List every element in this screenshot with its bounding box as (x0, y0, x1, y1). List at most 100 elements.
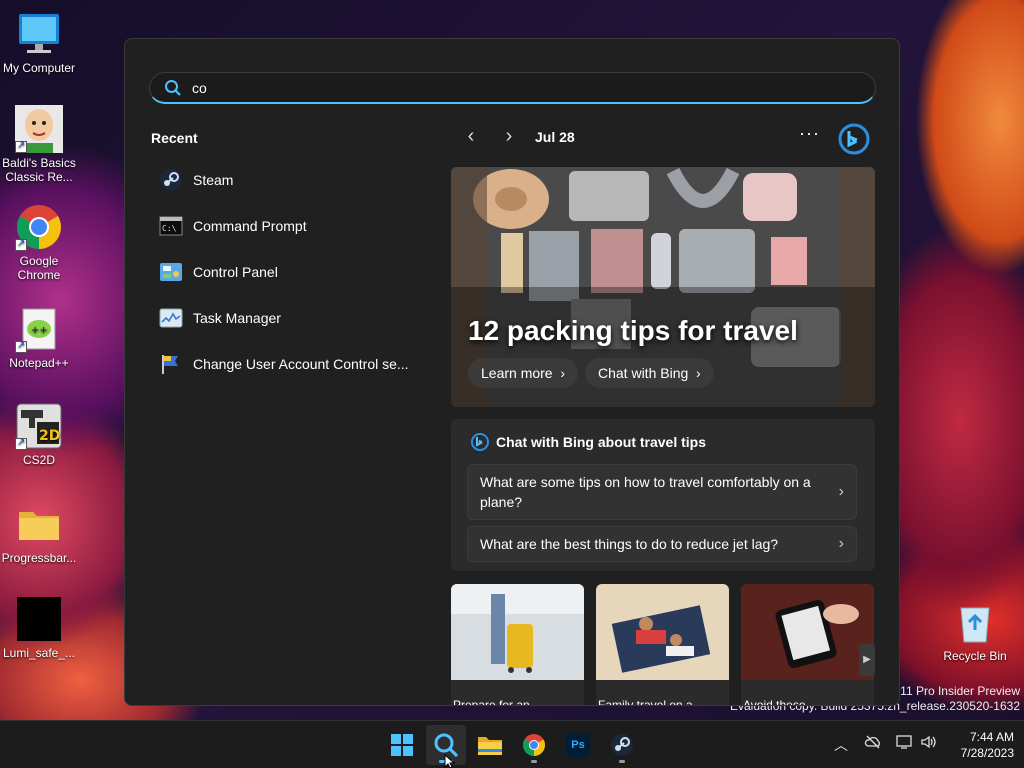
chevron-right-icon: › (838, 483, 844, 500)
recent-item-label: Command Prompt (193, 218, 307, 234)
bing-icon (471, 433, 489, 451)
shortcut-arrow-icon (15, 339, 27, 353)
recent-item-label: Change User Account Control se... (193, 356, 409, 372)
desktop-icon-label: CS2D (22, 453, 55, 467)
recycle-bin-icon (951, 598, 999, 646)
start-icon (391, 734, 413, 756)
thumbnail-card-1[interactable]: Prepare for an (451, 584, 584, 706)
start-button[interactable] (382, 725, 422, 765)
phone-photo (741, 584, 874, 680)
search-icon (165, 80, 181, 96)
airport-photo (451, 584, 584, 680)
thumbnails-next-icon[interactable]: ▶ (859, 644, 875, 676)
chrome-icon (15, 203, 63, 251)
taskbar-photoshop[interactable]: Ps (558, 725, 598, 765)
learn-more-button[interactable]: Learn more › (468, 358, 579, 388)
thumbnail-card-2[interactable]: Family travel on a (596, 584, 729, 706)
desktop-icon-label: Lumi_safe_... (2, 646, 76, 660)
recent-item-label: Steam (193, 172, 234, 188)
baldi-icon (15, 105, 63, 153)
taskbar: Ps ︿ 7:44 AM 7/28/2023 (0, 720, 1024, 768)
recent-item-command-prompt[interactable]: C:\ Command Prompt (151, 203, 421, 249)
monitor-icon (15, 10, 63, 58)
previous-arrow-icon[interactable]: ‹ (459, 125, 483, 149)
desktop-icon-my-computer[interactable]: My Computer (0, 10, 78, 75)
hero-card[interactable]: 12 packing tips for travel Learn more › … (451, 167, 875, 407)
thumbnail-caption: Family travel on a (598, 698, 693, 706)
desktop-icon-recycle-bin[interactable]: Recycle Bin (936, 598, 1014, 663)
chat-question-2[interactable]: What are the best things to do to reduce… (467, 526, 857, 562)
bing-chat-card: Chat with Bing about travel tips What ar… (451, 419, 875, 571)
hero-title: 12 packing tips for travel (468, 315, 798, 346)
next-arrow-icon[interactable]: › (497, 125, 521, 149)
clock-time: 7:44 AM (969, 730, 1014, 744)
thumbnail-card-3[interactable]: Avoid these (741, 584, 874, 706)
chat-with-bing-button[interactable]: Chat with Bing › (585, 358, 714, 388)
shortcut-arrow-icon (15, 436, 27, 450)
svg-text:++: ++ (31, 325, 48, 336)
desktop-icon-label: Baldi's Basics Classic Re... (2, 156, 76, 184)
cloud-offline-icon[interactable] (864, 734, 882, 753)
control-panel-icon (159, 260, 183, 284)
running-indicator (619, 760, 625, 763)
taskbar-steam[interactable] (602, 725, 642, 765)
chat-question-text: What are some tips on how to travel comf… (480, 474, 811, 510)
thumbnail-caption: Prepare for an (453, 698, 530, 706)
photoshop-icon: Ps (566, 733, 590, 757)
volume-icon[interactable] (920, 734, 938, 753)
show-hidden-icons-chevron-icon[interactable]: ︿ (834, 735, 848, 755)
chevron-right-icon: › (692, 365, 701, 381)
search-box[interactable] (149, 72, 876, 104)
desktop-icon-lumi-safe[interactable]: Lumi_safe_... (0, 595, 78, 660)
network-icon[interactable] (896, 734, 914, 753)
desktop-icon-notepadpp[interactable]: ++ Notepad++ (0, 305, 78, 370)
chat-card-header: Chat with Bing about travel tips (471, 433, 706, 451)
command-prompt-icon: C:\ (159, 214, 183, 238)
desktop-icon-label: Google Chrome (17, 254, 61, 282)
desktop-icon-label: My Computer (2, 61, 76, 75)
running-indicator (531, 760, 537, 763)
beach-family-photo (596, 584, 729, 680)
recent-item-label: Control Panel (193, 264, 278, 280)
feed-date: Jul 28 (535, 129, 575, 145)
chat-question-text: What are the best things to do to reduce… (480, 536, 779, 552)
shortcut-arrow-icon (15, 139, 27, 153)
svg-text:C:\: C:\ (162, 224, 177, 233)
chrome-icon (523, 734, 545, 756)
cs2d-icon: 2D (15, 402, 63, 450)
uac-flag-icon (159, 352, 183, 376)
file-explorer-icon (478, 737, 502, 755)
search-input[interactable] (192, 77, 852, 99)
taskbar-file-explorer[interactable] (470, 725, 510, 765)
recent-list: Steam C:\ Command Prompt Control Panel T… (151, 157, 421, 387)
chevron-right-icon: › (838, 535, 844, 552)
desktop-icon-baldis-basics[interactable]: Baldi's Basics Classic Re... (0, 105, 78, 184)
chat-with-bing-label: Chat with Bing (598, 365, 689, 381)
more-options-icon[interactable]: ··· (799, 123, 820, 144)
search-panel: Recent Steam C:\ Command Prompt Control … (124, 38, 900, 706)
thumbnail-row: Prepare for an Family travel on a Avoid … (451, 584, 875, 706)
folder-icon (15, 500, 63, 548)
recent-item-control-panel[interactable]: Control Panel (151, 249, 421, 295)
steam-icon (611, 734, 633, 756)
desktop-icon-label: Progressbar... (1, 551, 77, 565)
desktop-icon-label: Notepad++ (9, 356, 69, 370)
mouse-cursor-icon (444, 754, 456, 768)
thumbnail-caption: Avoid these (743, 698, 806, 706)
bing-chat-icon[interactable] (837, 122, 871, 156)
task-manager-icon (159, 306, 183, 330)
desktop-icon-google-chrome[interactable]: Google Chrome (0, 203, 78, 282)
chat-question-1[interactable]: What are some tips on how to travel comf… (467, 464, 857, 520)
steam-icon (159, 168, 183, 192)
feed-nav: ‹ › Jul 28 ··· (459, 122, 877, 156)
desktop-icon-cs2d[interactable]: 2D CS2D (0, 402, 78, 467)
chat-card-title: Chat with Bing about travel tips (496, 434, 707, 450)
recent-item-task-manager[interactable]: Task Manager (151, 295, 421, 341)
chevron-right-icon: › (556, 365, 566, 381)
desktop-icon-progressbar[interactable]: Progressbar... (0, 500, 78, 565)
recent-item-steam[interactable]: Steam (151, 157, 421, 203)
taskbar-chrome[interactable] (514, 725, 554, 765)
clock[interactable]: 7:44 AM 7/28/2023 (961, 729, 1014, 761)
recent-item-uac-settings[interactable]: Change User Account Control se... (151, 341, 421, 387)
desktop-icon-label: Recycle Bin (943, 649, 1007, 663)
